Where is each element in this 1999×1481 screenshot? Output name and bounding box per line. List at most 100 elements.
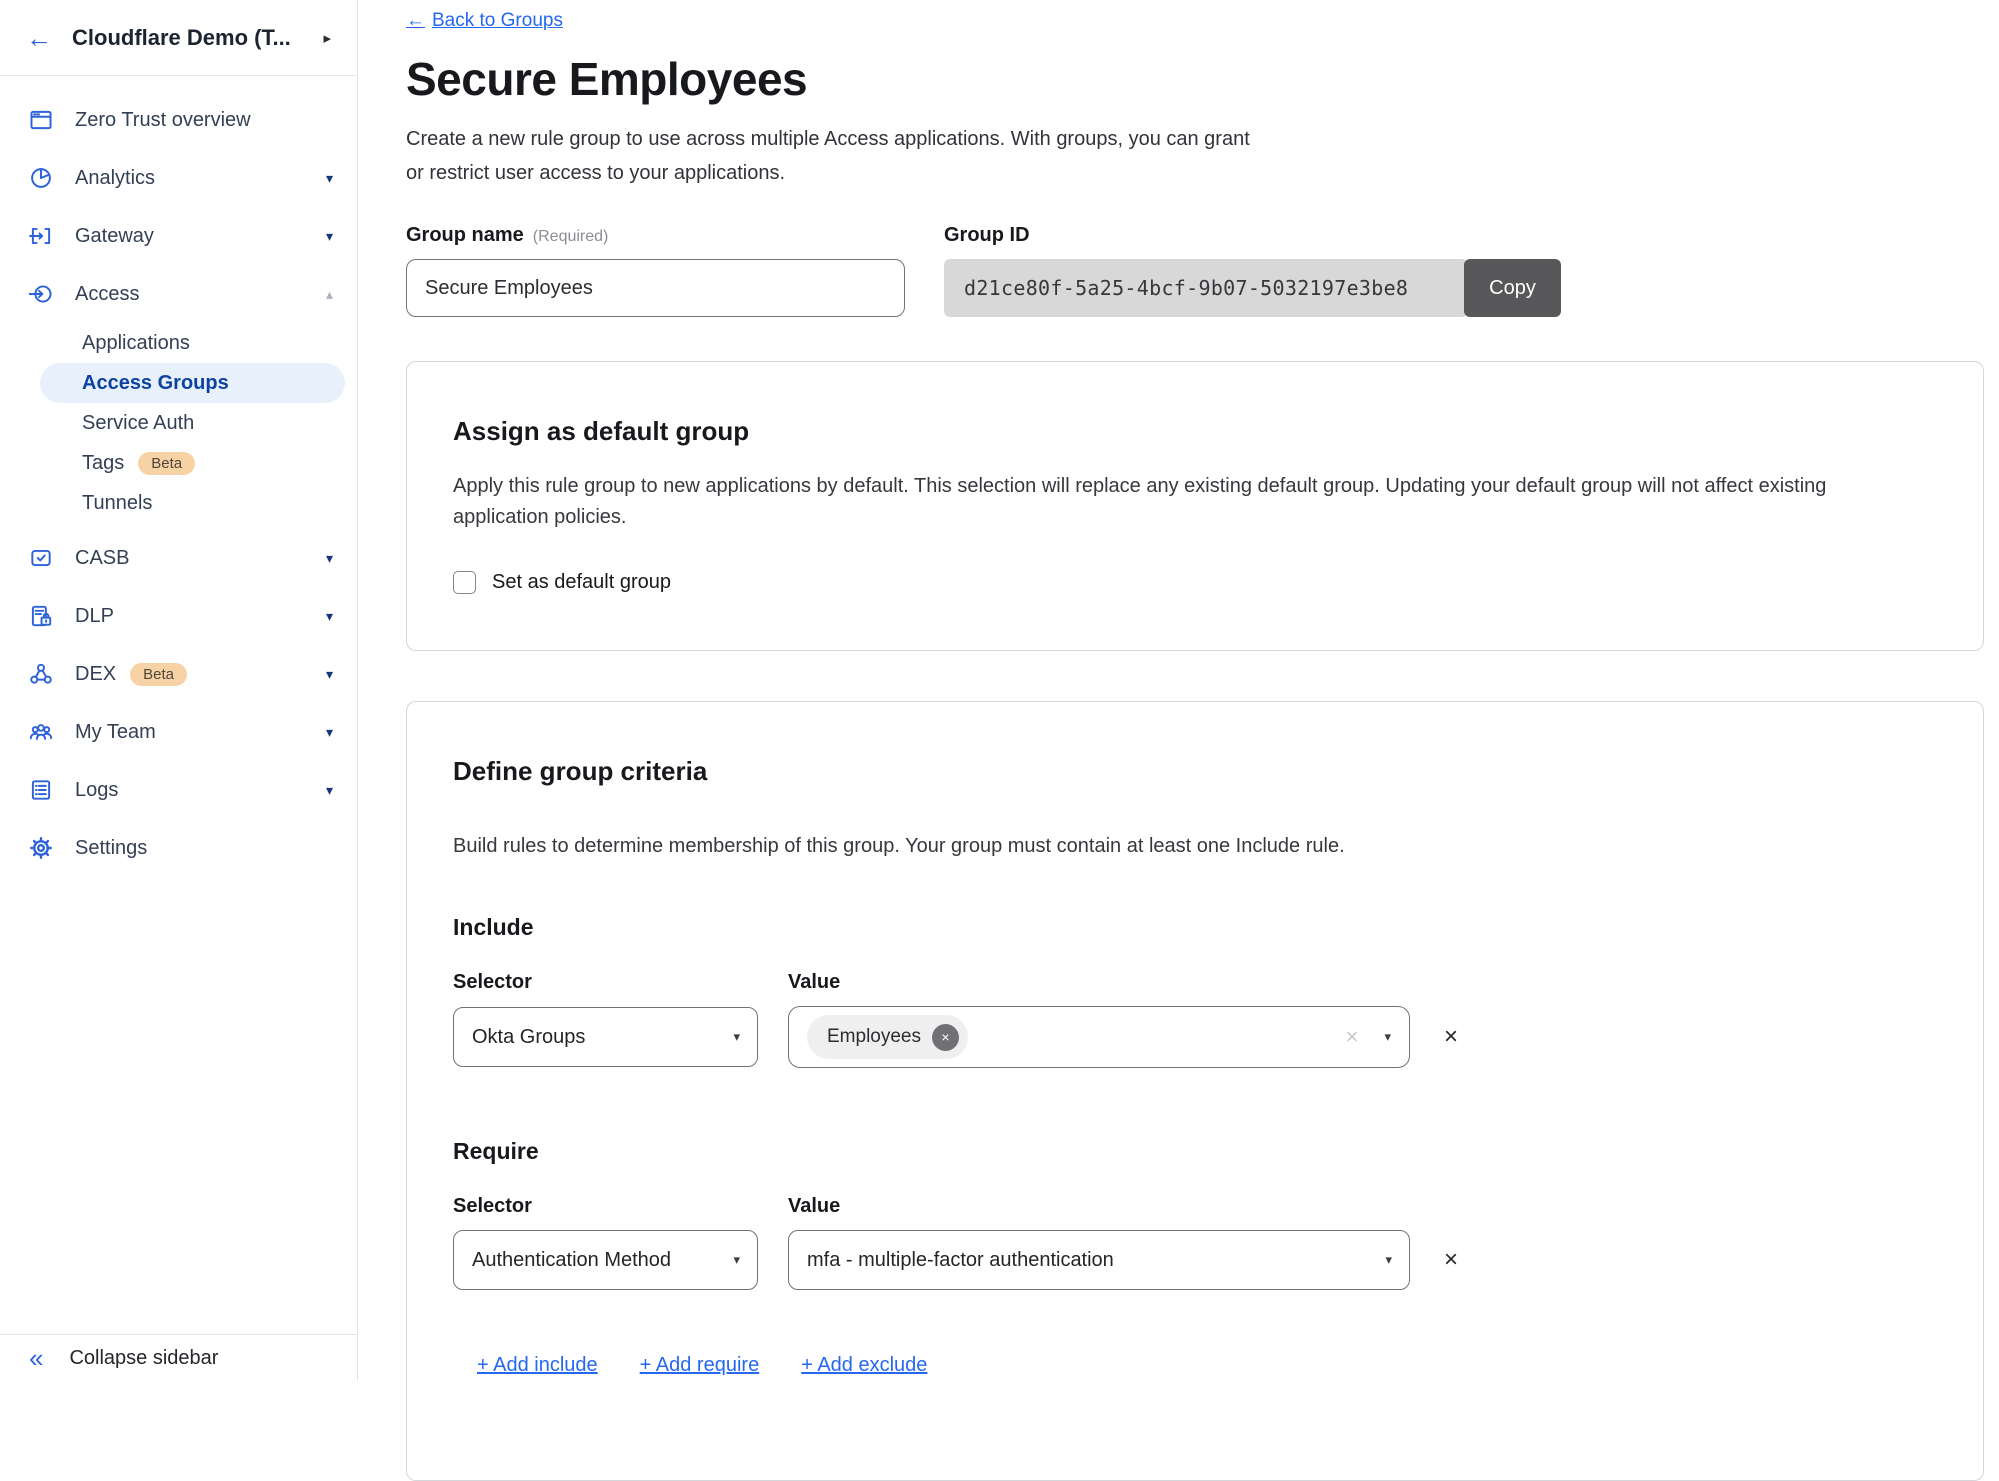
sidebar-item-analytics[interactable]: Analytics ▾: [0, 149, 357, 207]
sidebar-item-tags[interactable]: Tags Beta: [0, 443, 357, 483]
set-default-group-checkbox[interactable]: [453, 571, 476, 594]
chevron-down-icon[interactable]: ▾: [326, 666, 333, 683]
sidebar-item-dex[interactable]: DEX Beta ▾: [0, 645, 357, 703]
add-exclude-link[interactable]: + Add exclude: [801, 1354, 927, 1377]
set-default-group-row[interactable]: Set as default group: [453, 571, 1937, 594]
require-selector-label: Selector: [453, 1195, 758, 1218]
group-name-label: Group name: [406, 224, 524, 247]
chevron-down-icon[interactable]: ▾: [326, 170, 333, 187]
sidebar-item-logs[interactable]: Logs ▾: [0, 761, 357, 819]
group-id-label: Group ID: [944, 224, 1030, 247]
sub-item-label: Service Auth: [82, 412, 194, 435]
include-value-label: Value: [788, 971, 840, 994]
include-selector-label: Selector: [453, 971, 758, 994]
sidebar-item-label: DLP: [75, 605, 114, 628]
group-id-value: d21ce80f-5a25-4bcf-9b07-5032197e3be8: [944, 259, 1468, 317]
back-to-groups-link[interactable]: ← Back to Groups: [406, 10, 563, 32]
sidebar-item-settings[interactable]: Settings: [0, 819, 357, 877]
chevron-down-icon[interactable]: ▾: [326, 782, 333, 799]
copy-button[interactable]: Copy: [1464, 259, 1561, 317]
document-lock-icon: [27, 603, 54, 630]
value-chip: Employees ×: [807, 1015, 968, 1059]
sidebar-item-label: Gateway: [75, 225, 154, 248]
main-content: ← Back to Groups Secure Employees Create…: [359, 0, 1999, 1381]
gear-icon: [27, 835, 54, 862]
chip-remove-icon[interactable]: ×: [932, 1024, 959, 1051]
beta-badge: Beta: [130, 663, 187, 686]
back-link-label: Back to Groups: [432, 10, 563, 32]
sidebar-item-label: My Team: [75, 721, 156, 744]
window-icon: [27, 107, 54, 134]
page-description: Create a new rule group to use across mu…: [406, 122, 1984, 190]
define-group-criteria-title: Define group criteria: [453, 756, 1937, 787]
chevron-down-icon[interactable]: ▾: [326, 724, 333, 741]
chevron-up-icon[interactable]: ▴: [326, 286, 333, 303]
caret-down-icon: ▾: [1385, 1252, 1392, 1268]
sidebar-item-label: CASB: [75, 547, 129, 570]
group-identity-row: Group name (Required) Group ID d21ce80f-…: [406, 224, 1984, 317]
include-selector-dropdown[interactable]: Okta Groups ▾: [453, 1007, 758, 1067]
sidebar-item-my-team[interactable]: My Team ▾: [0, 703, 357, 761]
chevron-down-icon[interactable]: ▾: [326, 608, 333, 625]
sidebar-item-label: Settings: [75, 837, 147, 860]
gateway-icon: [27, 223, 54, 250]
clear-values-icon[interactable]: ×: [1346, 1024, 1359, 1050]
access-icon: [27, 281, 54, 308]
sidebar-item-dlp[interactable]: DLP ▾: [0, 587, 357, 645]
page-description-line2: or restrict user access to your applicat…: [406, 156, 1984, 190]
access-sub-list: Applications Access Groups Service Auth …: [0, 323, 357, 523]
remove-include-rule-icon[interactable]: ×: [1444, 1025, 1458, 1049]
define-group-criteria-description: Build rules to determine membership of t…: [453, 831, 1883, 862]
casb-icon: [27, 545, 54, 572]
sidebar-item-zero-trust-overview[interactable]: Zero Trust overview: [0, 91, 357, 149]
caret-down-icon: ▾: [733, 1252, 740, 1268]
include-value-multiselect[interactable]: Employees × × ▾: [788, 1006, 1410, 1068]
require-value-dropdown[interactable]: mfa - multiple-factor authentication ▾: [788, 1230, 1410, 1290]
sidebar-nav: Zero Trust overview Analytics ▾ Gateway …: [0, 76, 357, 877]
remove-require-rule-icon[interactable]: ×: [1444, 1248, 1458, 1272]
caret-down-icon: ▾: [1384, 1029, 1391, 1045]
group-name-block: Group name (Required): [406, 224, 905, 317]
group-name-input[interactable]: [406, 259, 905, 317]
account-title: Cloudflare Demo (T...: [72, 25, 291, 51]
sidebar-item-applications[interactable]: Applications: [0, 323, 357, 363]
set-default-group-label: Set as default group: [492, 571, 671, 594]
add-require-link[interactable]: + Add require: [640, 1354, 760, 1377]
chevron-down-icon[interactable]: ▾: [326, 550, 333, 567]
require-rule-row: Authentication Method ▾ mfa - multiple-f…: [453, 1230, 1937, 1290]
sidebar-item-label: Zero Trust overview: [75, 109, 251, 132]
include-rule-row: Okta Groups ▾ Employees × × ▾ ×: [453, 1006, 1937, 1068]
chevron-right-icon[interactable]: ▸: [323, 29, 331, 47]
sidebar-item-label: Logs: [75, 779, 118, 802]
sidebar-item-label: Analytics: [75, 167, 155, 190]
sidebar-item-gateway[interactable]: Gateway ▾: [0, 207, 357, 265]
chevron-down-icon[interactable]: ▾: [326, 228, 333, 245]
sidebar-item-label: DEX: [75, 663, 116, 686]
sub-item-label: Tags: [82, 452, 124, 475]
sidebar-item-casb[interactable]: CASB ▾: [0, 529, 357, 587]
sidebar: ← Cloudflare Demo (T... ▸ Zero Trust ove…: [0, 0, 358, 1381]
account-header[interactable]: ← Cloudflare Demo (T... ▸: [0, 0, 357, 76]
collapse-icon: «: [29, 1345, 43, 1371]
group-id-block: Group ID d21ce80f-5a25-4bcf-9b07-5032197…: [944, 224, 1561, 317]
back-arrow-icon: ←: [406, 10, 425, 32]
back-arrow-icon[interactable]: ←: [26, 25, 52, 51]
sidebar-item-label: Access: [75, 283, 139, 306]
network-nodes-icon: [27, 661, 54, 688]
sidebar-item-tunnels[interactable]: Tunnels: [0, 483, 357, 523]
sidebar-item-access[interactable]: Access ▴: [0, 265, 357, 323]
collapse-label: Collapse sidebar: [69, 1347, 218, 1370]
add-include-link[interactable]: + Add include: [477, 1354, 598, 1377]
value-chip-label: Employees: [827, 1026, 921, 1048]
sidebar-item-service-auth[interactable]: Service Auth: [0, 403, 357, 443]
sub-item-label: Tunnels: [82, 492, 152, 515]
sub-item-label: Access Groups: [82, 372, 229, 395]
require-selector-value: Authentication Method: [472, 1249, 671, 1272]
add-rule-links: + Add include + Add require + Add exclud…: [453, 1354, 1937, 1377]
sidebar-item-access-groups[interactable]: Access Groups: [40, 363, 345, 403]
require-selector-dropdown[interactable]: Authentication Method ▾: [453, 1230, 758, 1290]
require-value-text: mfa - multiple-factor authentication: [807, 1249, 1114, 1272]
page-title: Secure Employees: [406, 52, 1984, 106]
assign-default-group-title: Assign as default group: [453, 416, 1937, 447]
collapse-sidebar-button[interactable]: « Collapse sidebar: [0, 1334, 357, 1381]
